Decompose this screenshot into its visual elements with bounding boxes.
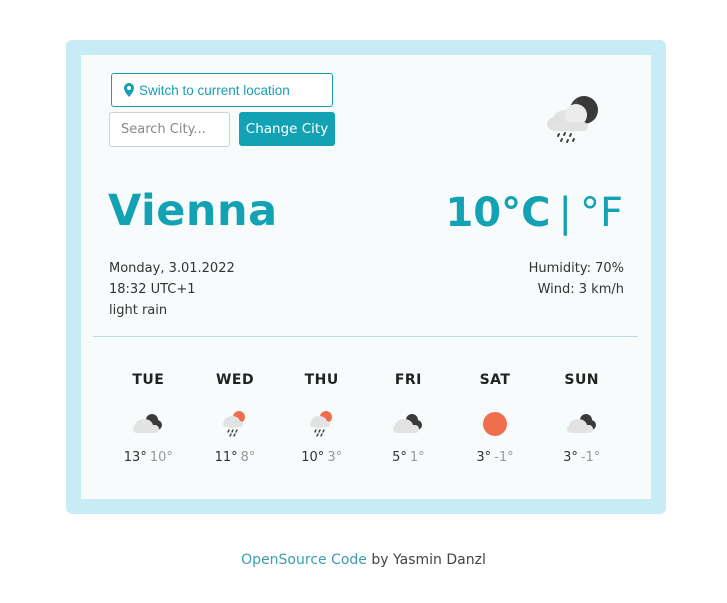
forecast-high: 10°	[301, 450, 325, 465]
forecast-day-name: WED	[215, 372, 255, 388]
forecast-low: 8°	[240, 450, 256, 465]
current-location-button[interactable]: Switch to current location	[111, 73, 333, 107]
weather-details: Monday, 3.01.2022 18:32 UTC+1 light rain	[109, 258, 235, 321]
forecast-high: 11°	[214, 450, 238, 465]
current-location-label: Switch to current location	[139, 82, 290, 98]
forecast-day: SUN 3° -1°	[538, 372, 625, 465]
divider	[93, 336, 638, 337]
forecast-high: 5°	[392, 450, 407, 465]
forecast-row: TUE 13° 10° WED 11° 8° THU 10° 3° FRI 5° 1°	[105, 372, 625, 465]
forecast-high: 13°	[123, 450, 147, 465]
change-city-button[interactable]: Change City	[239, 112, 335, 146]
description-text: light rain	[109, 303, 168, 318]
rain-sun-icon	[309, 411, 332, 437]
city-name: Vienna	[108, 186, 278, 236]
forecast-day: SAT 3° -1°	[452, 372, 539, 465]
forecast-day: TUE 13° 10°	[105, 372, 192, 465]
forecast-low: 3°	[327, 450, 343, 465]
map-pin-icon	[124, 83, 134, 97]
cloudy-night-icon	[566, 414, 596, 433]
date-text: Monday, 3.01.2022	[109, 261, 235, 276]
forecast-day-name: SAT	[479, 372, 511, 388]
temperature-display: 10°C | °F	[445, 190, 623, 236]
footer-author: by Yasmin Danzl	[366, 552, 486, 568]
cloudy-night-icon	[393, 414, 423, 433]
forecast-day-name: SUN	[564, 372, 600, 388]
fahrenheit-toggle[interactable]: °F	[580, 190, 623, 236]
temperature-celsius[interactable]: 10°C	[445, 190, 550, 236]
sun-icon	[483, 412, 508, 436]
forecast-low: 10°	[149, 450, 173, 465]
forecast-day: WED 11° 8°	[192, 372, 279, 465]
cloudy-night-icon	[133, 414, 163, 433]
forecast-high: 3°	[476, 450, 492, 465]
unit-separator: |	[558, 190, 572, 236]
cloud-rain-night-icon	[547, 96, 598, 143]
humidity-text: Humidity: 70%	[528, 261, 624, 276]
time-text: 18:32 UTC+1	[109, 282, 196, 297]
forecast-low: -1°	[580, 450, 601, 465]
forecast-day: THU 10° 3°	[278, 372, 365, 465]
wind-text: Wind: 3 km/h	[537, 282, 624, 297]
weather-stats: Humidity: 70% Wind: 3 km/h	[529, 258, 624, 300]
forecast-high: 3°	[563, 450, 578, 465]
forecast-day: FRI 5° 1°	[365, 372, 452, 465]
forecast-day-name: TUE	[132, 372, 165, 388]
forecast-day-name: THU	[304, 372, 339, 388]
rain-sun-icon	[223, 411, 245, 437]
footer: OpenSource Code by Yasmin Danzl	[0, 552, 727, 568]
forecast-day-name: FRI	[394, 372, 422, 388]
forecast-low: -1°	[494, 450, 514, 465]
forecast-low: 1°	[409, 450, 425, 465]
opensource-link[interactable]: OpenSource Code	[241, 552, 367, 568]
search-city-input[interactable]	[109, 112, 230, 147]
